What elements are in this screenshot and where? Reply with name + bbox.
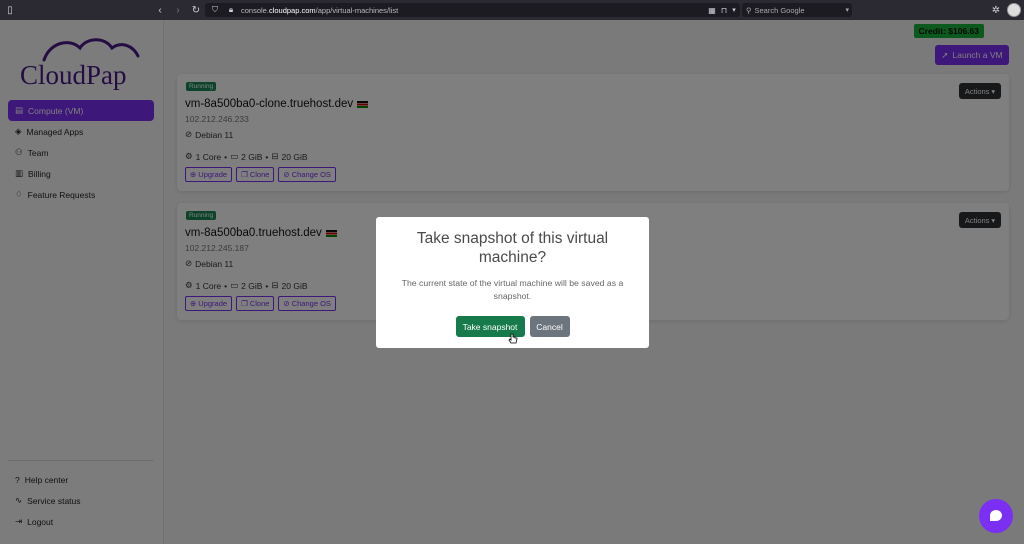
search-icon: ⚲ — [746, 5, 752, 15]
back-icon[interactable]: ‹ — [154, 4, 166, 16]
search-field[interactable]: ⚲ Search Google ▾ — [742, 3, 852, 17]
search-placeholder: Search Google — [754, 5, 805, 15]
chat-launcher-button[interactable] — [979, 499, 1013, 533]
modal-text: The current state of the virtual machine… — [401, 278, 624, 301]
reload-icon[interactable]: ↻ — [190, 4, 202, 16]
hand-cursor-icon — [508, 333, 518, 344]
cancel-button[interactable]: Cancel — [529, 316, 570, 337]
snapshot-modal: Take snapshot of this virtual machine? T… — [376, 217, 649, 348]
chat-icon — [990, 510, 1002, 521]
browser-toolbar: ▯ ‹ › ↻ ⛉ 🔒︎ console.cloudpap.com/app/vi… — [0, 0, 1024, 20]
search-engine-dropdown-icon[interactable]: ▾ — [845, 6, 849, 14]
shield-icon: ⛉ — [212, 5, 218, 14]
profile-avatar[interactable] — [1007, 3, 1021, 17]
address-bar[interactable]: ⛉ 🔒︎ console.cloudpap.com/app/virtual-ma… — [205, 3, 740, 17]
url-text: console.cloudpap.com/app/virtual-machine… — [241, 5, 399, 15]
forward-icon[interactable]: › — [172, 4, 184, 16]
dropdown-icon[interactable]: ▾ — [728, 4, 740, 16]
sidebar-toggle-icon[interactable]: ▯ — [4, 4, 16, 16]
extensions-icon[interactable]: ✲ — [990, 4, 1002, 16]
modal-title: Take snapshot of this virtual machine? — [416, 230, 609, 266]
qr-icon[interactable]: ▦ — [706, 4, 718, 16]
lock-icon: 🔒︎ — [228, 5, 234, 14]
